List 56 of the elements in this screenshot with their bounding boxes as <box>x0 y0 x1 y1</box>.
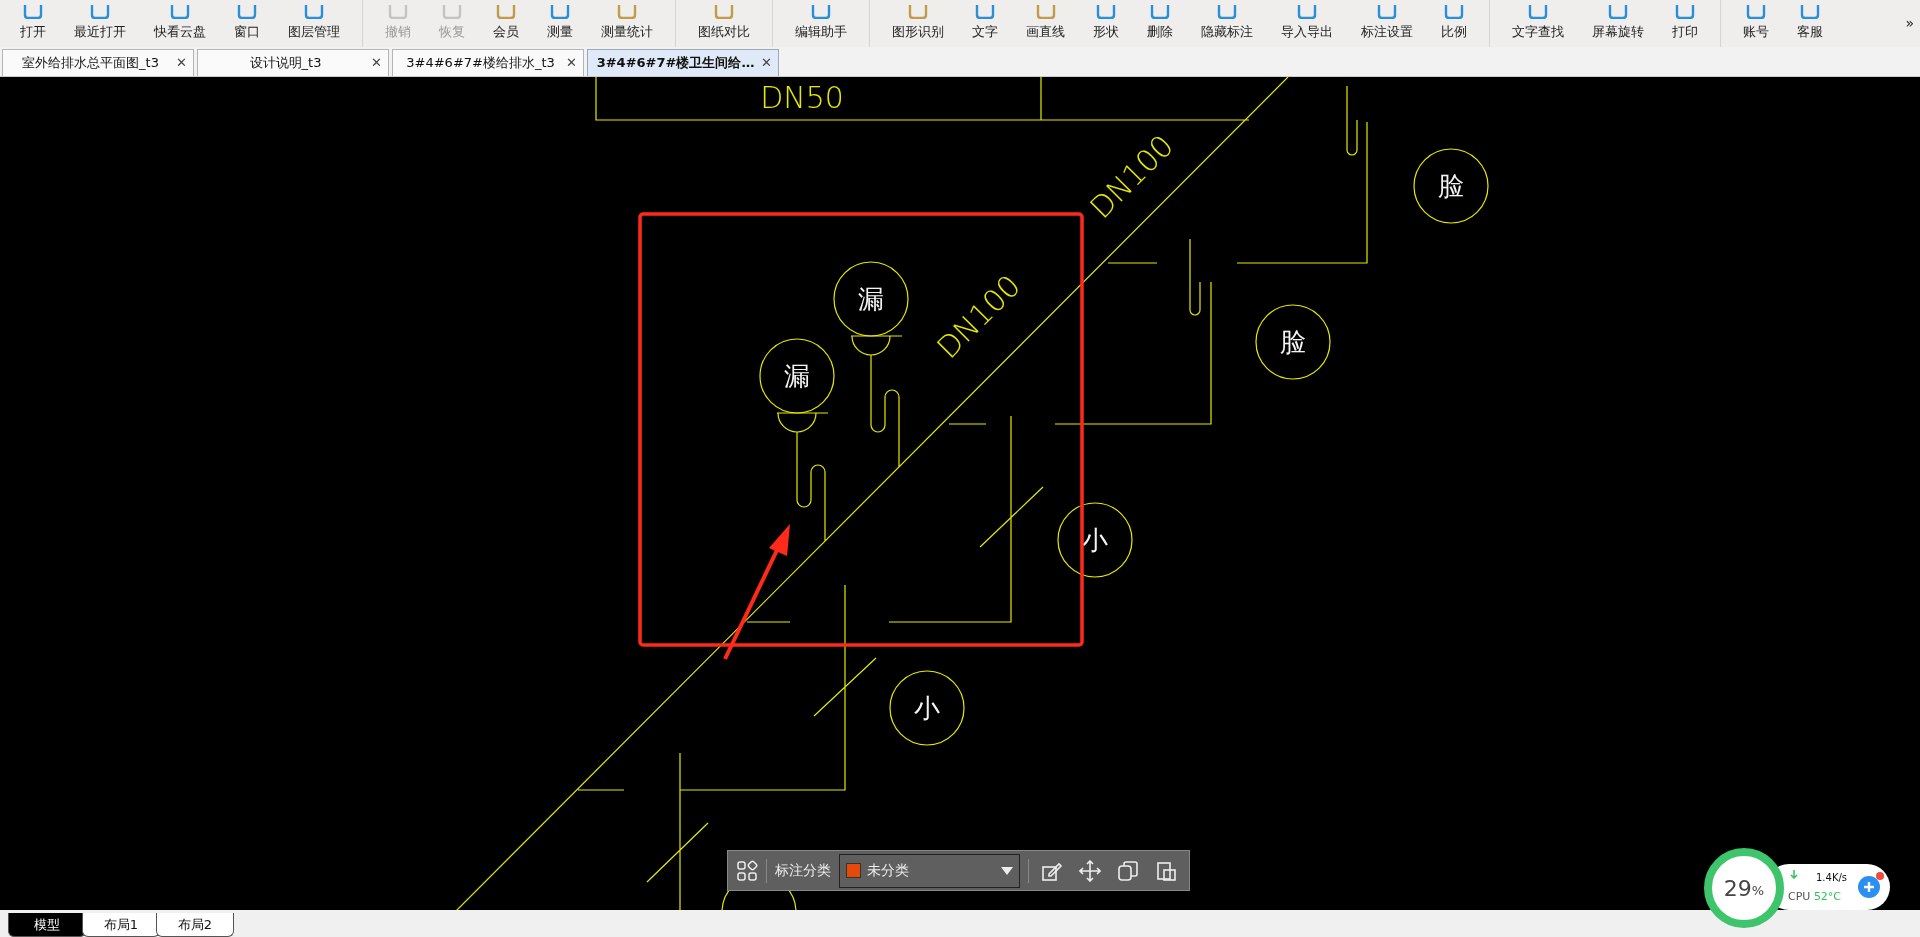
network-speed: 1.4K/s <box>1816 871 1848 885</box>
caret-icon <box>1001 866 1014 875</box>
toolbar-button[interactable]: 窗口 <box>220 0 274 47</box>
category-label: 标注分类 <box>774 861 831 880</box>
fixture-label: 脸 <box>1438 171 1464 201</box>
grid-icon <box>736 859 758 882</box>
pipe-label: DN50 <box>760 80 844 115</box>
close-tab-button[interactable]: ✕ <box>761 53 772 73</box>
toolbar-button[interactable]: 客服 <box>1783 0 1837 47</box>
toolbar-button[interactable]: 测量统计 <box>587 0 667 47</box>
toolbar-button[interactable]: 编辑助手 <box>781 0 861 47</box>
toolbar-button[interactable]: 测量 <box>533 0 587 47</box>
cpu-temperature: CPU 52°C <box>1788 889 1842 905</box>
toolbar-button[interactable]: 屏幕旋转 <box>1578 0 1658 47</box>
document-tab[interactable]: 3#4#6#7#楼卫生间给… ✕ <box>587 49 779 76</box>
toolbar-button[interactable]: 会员 <box>479 0 533 47</box>
close-tab-button[interactable]: ✕ <box>566 53 577 73</box>
toolbar-button[interactable]: 标注设置 <box>1347 0 1427 47</box>
toolbar-button[interactable]: 导入导出 <box>1267 0 1347 47</box>
move-icon <box>1079 859 1101 882</box>
document-tab[interactable]: 室外给排水总平面图_t3 ✕ <box>2 49 194 76</box>
toolbar-button[interactable]: 删除 <box>1133 0 1187 47</box>
layout-tab[interactable]: 模型 <box>8 913 86 937</box>
toolbar-button[interactable]: 打开 <box>6 0 60 47</box>
toolbar-button[interactable]: 快看云盘 <box>140 0 220 47</box>
toolbar-button[interactable]: 隐藏标注 <box>1187 0 1267 47</box>
download-arrow-icon <box>1790 870 1798 879</box>
toolbar-button[interactable]: 最近打开 <box>60 0 140 47</box>
paste-icon <box>1155 859 1177 882</box>
toolbar-button[interactable]: 文字 <box>958 0 1012 47</box>
plus-button[interactable] <box>1858 876 1880 898</box>
fixture-label: 漏 <box>858 284 884 314</box>
close-tab-button[interactable]: ✕ <box>371 53 382 73</box>
overflow-button[interactable]: » <box>1899 13 1920 34</box>
toolbar-button[interactable]: 形状 <box>1079 0 1133 47</box>
document-tab[interactable]: 3#4#6#7#楼给排水_t3 ✕ <box>392 49 584 76</box>
toolbar-button[interactable]: 图层管理 <box>274 0 354 47</box>
copy-icon <box>1117 859 1139 882</box>
document-tab[interactable]: 设计说明_t3 ✕ <box>197 49 389 76</box>
toolbar-button[interactable]: 图形识别 <box>878 0 958 47</box>
fixture-label: 小 <box>914 693 940 723</box>
plus-icon <box>1863 881 1875 893</box>
notification-dot <box>1876 872 1884 880</box>
fixture-label: 脸 <box>1280 327 1306 357</box>
toolbar-button[interactable]: 图纸对比 <box>684 0 764 47</box>
toolbar-button[interactable]: 打印 <box>1658 0 1712 47</box>
layout-tab[interactable]: 布局2 <box>156 913 234 937</box>
toolbar-button[interactable]: 画直线 <box>1012 0 1079 47</box>
close-tab-button[interactable]: ✕ <box>176 53 187 73</box>
toolbar-button[interactable]: 文字查找 <box>1498 0 1578 47</box>
layout-tab[interactable]: 布局1 <box>82 913 160 937</box>
category-dropdown[interactable]: 未分类 <box>838 853 1021 888</box>
usage-gauge: 29% <box>1704 848 1784 928</box>
fixture-label: 漏 <box>784 361 810 391</box>
toolbar-button[interactable]: 比例 <box>1427 0 1481 47</box>
toolbar-button[interactable]: 账号 <box>1729 0 1783 47</box>
